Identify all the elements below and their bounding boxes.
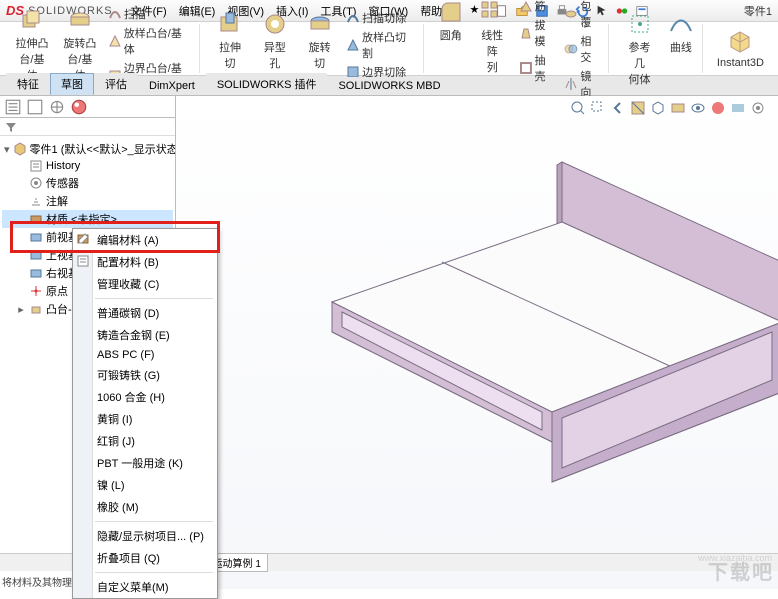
ctx-item-6[interactable]: ABS PC (F) [73, 346, 217, 364]
cmd-draft[interactable]: 拔模 [517, 16, 559, 50]
feature-manager-tabs [0, 96, 175, 118]
fm-tab-tree-icon[interactable] [4, 98, 22, 116]
view-settings-icon[interactable] [750, 100, 766, 116]
graphics-viewport[interactable] [176, 96, 778, 589]
tree-item-icon [29, 266, 43, 280]
ribbon: 拉伸凸 台/基体 旋转凸 台/基体 扫描 放样凸台/基体 边界凸台/基体 拉伸切… [0, 22, 778, 76]
ctx-item-label: 橡胶 (M) [97, 502, 139, 514]
ctx-item-label: 黄铜 (I) [97, 414, 132, 426]
cmd-loft[interactable]: 放样凸台/基体 [106, 24, 195, 58]
tab-DimXpert[interactable]: DimXpert [138, 77, 206, 95]
ctx-item-15[interactable]: 隐藏/显示树项目... (P) [73, 525, 217, 547]
document-title: 零件1 [744, 3, 772, 19]
edit-icon [76, 232, 90, 246]
context-menu: 编辑材料 (A) 配置材料 (B) 管理收藏 (C) 普通碳钢 (D) 铸造合金钢 (E… [72, 228, 218, 599]
tree-item-label: 传感器 [46, 175, 79, 191]
cmd-intersect[interactable]: 相交 [562, 32, 604, 66]
ctx-item-12[interactable]: 镍 (L) [73, 474, 217, 496]
tree-item-0[interactable]: History [2, 158, 173, 174]
tab-SOLIDWORKS 插件[interactable]: SOLIDWORKS 插件 [206, 73, 328, 95]
tab-草图[interactable]: 草图 [50, 73, 94, 95]
tree-item-3[interactable]: 材质 <未指定> [2, 210, 173, 228]
cmd-shell[interactable]: 抽壳 [517, 51, 559, 85]
hide-show-icon[interactable] [690, 100, 706, 116]
ctx-item-1[interactable]: 配置材料 (B) [73, 251, 217, 273]
expand-icon[interactable]: ▸ [16, 303, 26, 316]
ctx-item-label: 可锻铸铁 (G) [97, 370, 160, 382]
heads-up-toolbar [568, 98, 768, 118]
ctx-item-label: ABS PC (F) [97, 349, 154, 361]
ctx-item-13[interactable]: 橡胶 (M) [73, 496, 217, 518]
tree-item-icon [29, 176, 43, 190]
fm-tab-appearance-icon[interactable] [70, 98, 88, 116]
tree-root-label: 零件1 (默认<<默认>_显示状态 1>) [30, 141, 175, 157]
view-orientation-icon[interactable] [650, 100, 666, 116]
watermark-text: 下载吧 [708, 556, 774, 585]
tree-item-label: 原点 [46, 283, 68, 299]
edit-appearance-icon[interactable] [710, 100, 726, 116]
ctx-item-0[interactable]: 编辑材料 (A) [73, 229, 217, 251]
tree-item-label: History [46, 160, 80, 172]
ctx-item-11[interactable]: PBT 一般用途 (K) [73, 452, 217, 474]
ctx-item-label: 管理收藏 (C) [97, 279, 159, 291]
apply-scene-icon[interactable] [730, 100, 746, 116]
cmd-sweep-cut[interactable]: 扫描切除 [344, 9, 419, 27]
tree-item-icon [29, 159, 43, 173]
ctx-item-10[interactable]: 红铜 (J) [73, 430, 217, 452]
cmd-ref-geometry[interactable]: 参考几 何体 [619, 9, 660, 89]
tree-item-icon [29, 230, 43, 244]
cmd-loft-cut[interactable]: 放样凸切割 [344, 28, 419, 62]
tree-item-icon [29, 248, 43, 262]
cmd-wrap[interactable]: 包覆 [562, 0, 604, 31]
tree-item-1[interactable]: 传感器 [2, 174, 173, 192]
config-icon [76, 254, 90, 268]
expand-icon[interactable]: ▾ [4, 143, 10, 156]
tab-特征[interactable]: 特征 [6, 73, 50, 95]
tab-SOLIDWORKS MBD[interactable]: SOLIDWORKS MBD [327, 77, 451, 95]
ctx-item-label: 铸造合金钢 (E) [97, 330, 170, 342]
ctx-item-label: 折叠项目 (Q) [97, 553, 160, 565]
ctx-item-label: 配置材料 (B) [97, 257, 159, 269]
cmd-curves[interactable]: 曲线 [664, 9, 698, 89]
fm-tab-config-icon[interactable] [48, 98, 66, 116]
tree-item-label: 材质 <未指定> [46, 211, 117, 227]
tree-root[interactable]: ▾ 零件1 (默认<<默认>_显示状态 1>) [2, 140, 173, 158]
tree-item-icon [29, 284, 43, 298]
ctx-item-2[interactable]: 管理收藏 (C) [73, 273, 217, 295]
ctx-item-5[interactable]: 铸造合金钢 (E) [73, 324, 217, 346]
section-view-icon[interactable] [630, 100, 646, 116]
cmd-linear-pattern[interactable]: 线性阵 列 [472, 0, 513, 101]
tree-item-icon [29, 302, 43, 316]
ctx-item-8[interactable]: 1060 合金 (H) [73, 386, 217, 408]
ctx-item-label: 普通碳钢 (D) [97, 308, 159, 320]
tree-item-icon [29, 212, 43, 226]
zoom-fit-icon[interactable] [570, 100, 586, 116]
tree-item-icon [29, 194, 43, 208]
cmd-rib[interactable]: 筋 [517, 0, 559, 15]
fm-tab-property-icon[interactable] [26, 98, 44, 116]
tab-评估[interactable]: 评估 [94, 73, 138, 95]
previous-view-icon[interactable] [610, 100, 626, 116]
ctx-item-label: 隐藏/显示树项目... (P) [97, 531, 204, 543]
cmd-instant3d[interactable]: Instant3D [713, 27, 768, 71]
cmd-sweep[interactable]: 扫描 [106, 5, 195, 23]
display-style-icon[interactable] [670, 100, 686, 116]
ctx-item-label: PBT 一般用途 (K) [97, 458, 183, 470]
ctx-item-label: 自定义菜单(M) [97, 582, 169, 594]
filter-icon[interactable] [4, 120, 18, 134]
ctx-item-label: 1060 合金 (H) [97, 392, 165, 404]
ctx-item-16[interactable]: 折叠项目 (Q) [73, 547, 217, 569]
tree-item-label: 注解 [46, 193, 68, 209]
ctx-item-18[interactable]: 自定义菜单(M) [73, 576, 217, 598]
ctx-item-4[interactable]: 普通碳钢 (D) [73, 302, 217, 324]
ctx-item-7[interactable]: 可锻铸铁 (G) [73, 364, 217, 386]
model-3d [252, 122, 778, 522]
tree-item-2[interactable]: 注解 [2, 192, 173, 210]
zoom-area-icon[interactable] [590, 100, 606, 116]
ctx-item-label: 红铜 (J) [97, 436, 135, 448]
ctx-item-label: 编辑材料 (A) [97, 235, 159, 247]
ctx-item-label: 镍 (L) [97, 480, 125, 492]
ctx-item-9[interactable]: 黄铜 (I) [73, 408, 217, 430]
part-icon [13, 142, 27, 156]
